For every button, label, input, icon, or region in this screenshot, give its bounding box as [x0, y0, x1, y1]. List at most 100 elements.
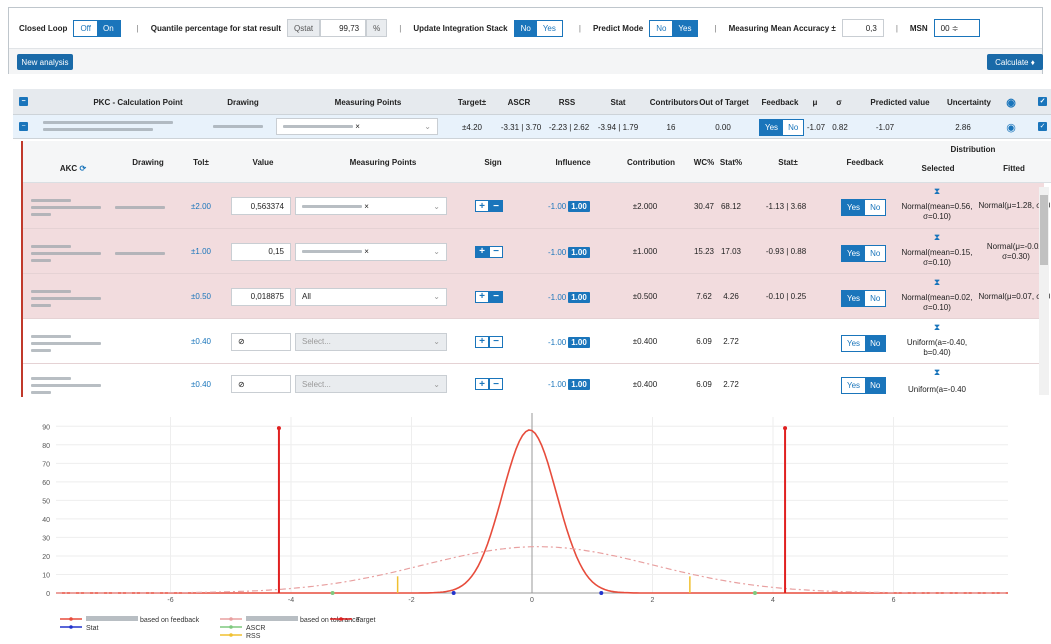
table-row[interactable]: ±0.50 0,018875 All ⌄ + − -1.00 1.00 ±0.500 … — [23, 274, 1051, 319]
predict-yes[interactable]: Yes — [672, 20, 698, 36]
value-input[interactable]: 0,018875 — [231, 287, 291, 306]
feedback-toggle[interactable]: Yes No — [841, 289, 887, 307]
hourglass-icon[interactable]: ⧗ — [903, 277, 971, 287]
col-drawing: Drawing — [132, 157, 164, 167]
legend-marker — [69, 625, 73, 629]
feedback-yes[interactable]: Yes — [842, 335, 866, 351]
sign-toggle[interactable]: + − — [475, 245, 503, 258]
value-input[interactable]: 0,563374 — [231, 197, 291, 215]
stat-pm — [753, 319, 819, 364]
table-row[interactable]: ±2.00 0,563374 × ⌄ + − -1.00 1.00 ±2.000 30… — [23, 183, 1051, 229]
closed-loop-off[interactable]: Off — [74, 20, 97, 36]
table-row[interactable]: ±1.00 0,15 × ⌄ + − -1.00 1.00 ±1.000 15.23 … — [23, 229, 1045, 274]
measuring-select[interactable]: Select... ⌄ — [295, 332, 447, 351]
hourglass-icon[interactable]: ⧗ — [903, 322, 971, 332]
value-input[interactable]: ⊘ — [231, 332, 291, 351]
feedback-toggle[interactable]: Yes No — [841, 377, 887, 394]
table-scrollbar[interactable] — [1039, 187, 1049, 395]
chevron-down-icon: ⌄ — [433, 247, 440, 256]
feedback-no[interactable]: No — [865, 335, 886, 351]
pkc-row[interactable]: − × ⌄ ±4.20 -3.31 | 3.70 -2.23 | 2.62 -3.… — [13, 115, 1051, 139]
col-pkc: PKC - Calculation Point — [93, 97, 183, 107]
sign-toggle[interactable]: + − — [475, 378, 503, 390]
sign-toggle[interactable]: + − — [475, 290, 503, 303]
influence-high[interactable]: 1.00 — [568, 336, 590, 348]
minus-icon[interactable]: − — [489, 245, 503, 258]
eye-icon[interactable]: ◉ — [1001, 89, 1021, 115]
eye-icon[interactable]: ◉ — [1001, 115, 1021, 139]
collapse-all-checkbox[interactable]: − — [19, 97, 28, 106]
hourglass-icon[interactable]: ⧗ — [903, 186, 971, 196]
feedback-no[interactable]: No — [865, 290, 886, 306]
feedback-yes[interactable]: Yes — [842, 200, 866, 215]
feedback-toggle[interactable]: Yes No — [841, 334, 887, 352]
hourglass-icon[interactable]: ⧗ — [903, 232, 971, 242]
update-no[interactable]: No — [514, 20, 537, 36]
hourglass-icon[interactable]: ⧗ — [903, 367, 971, 377]
feedback-yes[interactable]: Yes — [760, 120, 784, 135]
akc-code — [31, 348, 51, 352]
pkc-drawing — [213, 125, 263, 128]
value-input[interactable]: ⊘ — [231, 375, 291, 393]
update-stack-toggle[interactable]: No Yes — [513, 19, 563, 37]
feedback-no[interactable]: No — [865, 378, 886, 393]
sign-toggle[interactable]: + − — [475, 200, 503, 212]
pkc-out: 0.00 — [715, 122, 731, 132]
measuring-select[interactable]: All ⌄ — [295, 287, 447, 306]
calculate-label: Calculate — [995, 57, 1029, 67]
closed-loop-toggle[interactable]: Off On — [73, 19, 121, 37]
feedback-no[interactable]: No — [865, 245, 886, 261]
legend-marker — [69, 617, 73, 621]
influence: -1.00 1.00 — [548, 379, 590, 390]
closed-loop-on[interactable]: On — [96, 20, 120, 36]
value-text: 0,018875 — [250, 292, 284, 301]
measuring-select[interactable]: × ⌄ — [295, 242, 447, 261]
pkc-measuring-select[interactable]: × ⌄ — [276, 118, 438, 135]
col-out-of-target: Out of Target — [699, 97, 749, 107]
feedback-yes[interactable]: Yes — [842, 378, 866, 393]
feedback-no[interactable]: No — [865, 200, 886, 215]
measuring-select[interactable]: Select... ⌄ — [295, 375, 447, 393]
table-row[interactable]: ±0.40 ⊘ Select... ⌄ + − -1.00 1.00 ±0.400 6… — [23, 319, 1044, 364]
minus-icon[interactable]: − — [489, 290, 503, 303]
refresh-icon[interactable]: ⟳ — [79, 164, 86, 173]
update-yes[interactable]: Yes — [536, 20, 562, 36]
influence-high[interactable]: 1.00 — [568, 246, 590, 258]
plus-icon[interactable]: + — [475, 200, 489, 212]
msn-input[interactable]: 00 ≑ — [933, 19, 980, 37]
feedback-no[interactable]: No — [783, 120, 804, 135]
plus-icon[interactable]: + — [475, 378, 489, 390]
predict-mode-toggle[interactable]: No Yes — [649, 19, 699, 37]
feedback-toggle[interactable]: Yes No — [841, 244, 887, 262]
minus-icon[interactable]: − — [489, 378, 503, 390]
calculate-button[interactable]: Calculate ♦ — [987, 54, 1043, 70]
influence-high[interactable]: 1.00 — [568, 201, 590, 212]
plus-icon[interactable]: + — [475, 290, 489, 303]
select-all-checkbox[interactable]: ✓ — [1038, 97, 1047, 106]
col-drawing: Drawing — [227, 97, 259, 107]
feedback-toggle[interactable]: Yes No — [841, 199, 887, 216]
x-tick-label: 4 — [771, 597, 775, 604]
qstat-input[interactable]: 99,73 — [320, 19, 367, 37]
feedback-yes[interactable]: Yes — [842, 290, 866, 306]
plus-icon[interactable]: + — [475, 335, 489, 348]
value-input[interactable]: 0,15 — [231, 242, 291, 261]
collapse-row-checkbox[interactable]: − — [19, 122, 28, 131]
legend-marker — [339, 617, 343, 621]
sign-toggle[interactable]: + − — [475, 335, 503, 348]
influence-high[interactable]: 1.00 — [568, 379, 590, 390]
minus-icon[interactable]: − — [489, 335, 503, 348]
table-row[interactable]: ±0.40 ⊘ Select... ⌄ + − -1.00 1.00 ±0.400 6… — [23, 364, 1044, 397]
mma-input[interactable]: 0,3 — [841, 19, 884, 37]
row-checkbox[interactable]: ✓ — [1038, 122, 1047, 131]
minus-icon[interactable]: − — [489, 200, 503, 212]
new-analysis-button[interactable]: New analysis — [17, 54, 73, 70]
measuring-select[interactable]: × ⌄ — [295, 197, 447, 215]
pkc-feedback-toggle[interactable]: Yes No — [759, 119, 805, 136]
predict-no[interactable]: No — [650, 20, 673, 36]
feedback-yes[interactable]: Yes — [842, 245, 866, 261]
plus-icon[interactable]: + — [475, 245, 489, 258]
scroll-thumb[interactable] — [1040, 195, 1048, 265]
stat-pct: 17.03 — [720, 247, 742, 256]
influence-high[interactable]: 1.00 — [568, 291, 590, 303]
